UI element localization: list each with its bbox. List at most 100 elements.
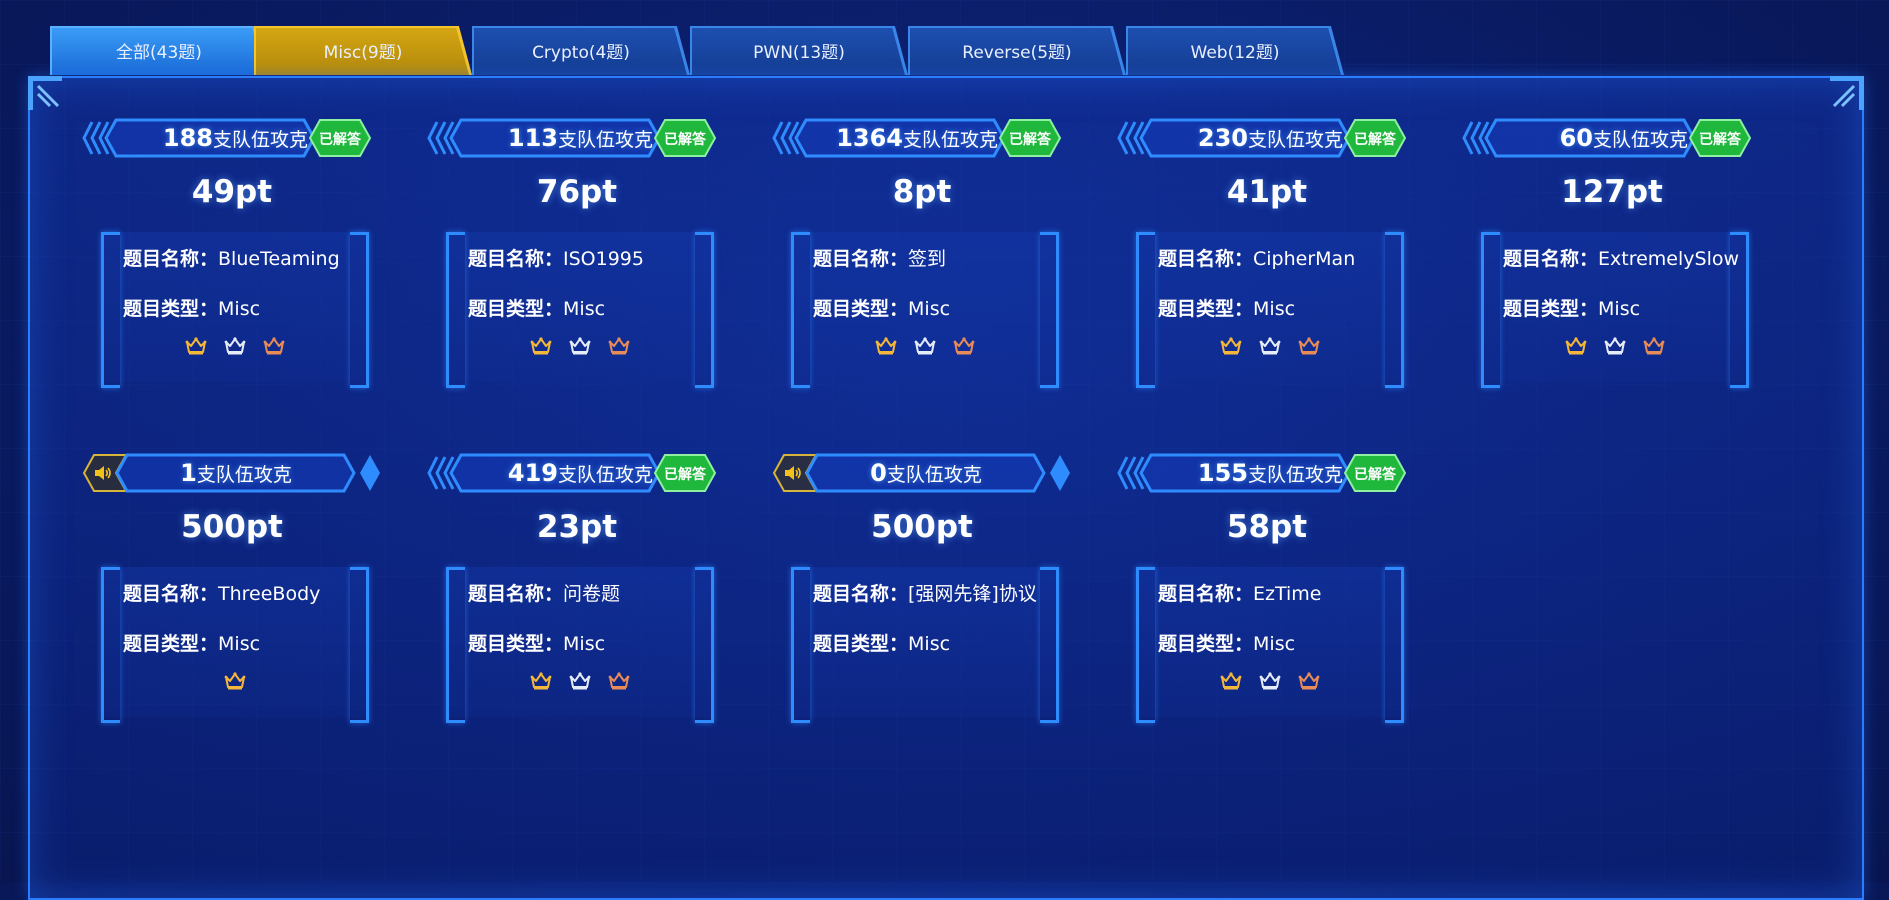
team-count: 1 支队伍攻克	[124, 457, 348, 489]
challenge-name-row: 题目名称：ThreeBody	[123, 579, 320, 606]
crown-bronze-icon	[263, 336, 285, 356]
challenge-name-row: 题目名称：ISO1995	[468, 244, 644, 271]
challenge-info: 题目名称：EzTime 题目类型：Misc	[1136, 567, 1404, 723]
type-key: 题目类型：	[813, 298, 909, 320]
crown-silver-icon	[569, 336, 591, 356]
bracket-left	[791, 232, 810, 388]
tab-crypto[interactable]: Crypto(4题)	[472, 26, 690, 75]
team-count-suffix: 支队伍攻克	[212, 128, 308, 151]
team-count-suffix: 支队伍攻克	[557, 463, 653, 486]
crown-bronze-icon	[1298, 671, 1320, 691]
crown-bronze-icon	[608, 671, 630, 691]
crown-gold-icon	[224, 671, 246, 691]
solved-label: 已解答	[1699, 132, 1741, 148]
challenge-type: Misc	[563, 633, 606, 655]
challenge-points: 76pt	[536, 174, 618, 210]
challenge-type-row: 题目类型：Misc	[1158, 629, 1295, 656]
challenge-info: 题目名称：BlueTeaming 题目类型：Misc	[101, 232, 369, 388]
team-count-badge: 1364 支队伍攻克 已解答	[772, 116, 1072, 160]
speaker-icon[interactable]	[783, 464, 803, 482]
team-count: 155 支队伍攻克	[1147, 457, 1343, 489]
challenge-card[interactable]: 1364 支队伍攻克 已解答 8pt 题目名称：签到 题目类型：Misc	[772, 116, 1072, 426]
challenge-type-row: 题目类型：Misc	[468, 629, 605, 656]
tab-misc[interactable]: Misc(9题)	[254, 26, 472, 75]
bracket-left	[1481, 232, 1500, 388]
challenge-points: 58pt	[1226, 509, 1308, 545]
team-count-number: 155	[1197, 459, 1248, 487]
challenge-type-row: 题目类型：Misc	[1503, 294, 1640, 321]
team-count-number: 60	[1559, 124, 1593, 152]
team-count-suffix: 支队伍攻克	[1247, 128, 1343, 151]
type-key: 题目类型：	[1158, 633, 1254, 655]
team-count-badge: 60 支队伍攻克 已解答	[1462, 116, 1762, 160]
challenge-card[interactable]: 60 支队伍攻克 已解答 127pt 题目名称：ExtremelySlow 题目类型：Mi…	[1462, 116, 1762, 426]
challenge-card[interactable]: 155 支队伍攻克 已解答 58pt 题目名称：EzTime 题目类型：Misc	[1117, 451, 1417, 761]
challenge-name: ISO1995	[563, 248, 644, 270]
challenge-card[interactable]: 188 支队伍攻克 已解答 49pt 题目名称：BlueTeaming 题目类型：Misc	[82, 116, 382, 426]
team-count-badge: 155 支队伍攻克 已解答	[1117, 451, 1417, 495]
challenge-type: Misc	[218, 298, 261, 320]
solved-badge: 已解答	[998, 118, 1062, 158]
crown-bronze-icon	[1643, 336, 1665, 356]
type-key: 题目类型：	[1158, 298, 1254, 320]
tab-reverse[interactable]: Reverse(5题)	[908, 26, 1126, 75]
name-key: 题目名称：	[123, 248, 219, 270]
bracket-left	[101, 232, 120, 388]
team-count-badge: 0 支队伍攻克	[772, 451, 1072, 495]
bracket-left	[1136, 567, 1155, 723]
blood-crowns	[1481, 336, 1749, 356]
solved-badge: 已解答	[1343, 118, 1407, 158]
name-key: 题目名称：	[1158, 583, 1254, 605]
crown-gold-icon	[1220, 336, 1242, 356]
challenge-name: ExtremelySlow	[1598, 248, 1740, 270]
crown-bronze-icon	[608, 336, 630, 356]
challenge-type: Misc	[1598, 298, 1641, 320]
tab-label: Reverse(5题)	[962, 43, 1072, 63]
team-count: 60 支队伍攻克	[1492, 122, 1688, 154]
team-count-badge: 230 支队伍攻克 已解答	[1117, 116, 1417, 160]
challenge-info: 题目名称：ISO1995 题目类型：Misc	[446, 232, 714, 388]
challenge-name: 签到	[908, 248, 947, 270]
type-key: 题目类型：	[468, 633, 564, 655]
name-key: 题目名称：	[1503, 248, 1599, 270]
challenge-card[interactable]: 0 支队伍攻克 500pt 题目名称：[强网先锋]协议 题目类型：Misc	[772, 451, 1072, 761]
challenge-type-row: 题目类型：Misc	[468, 294, 605, 321]
speaker-icon[interactable]	[93, 464, 113, 482]
crown-gold-icon	[1565, 336, 1587, 356]
tab-all[interactable]: 全部(43题)	[50, 26, 268, 75]
team-count-suffix: 支队伍攻克	[1592, 128, 1688, 151]
blood-crowns	[1136, 671, 1404, 691]
type-key: 题目类型：	[123, 633, 219, 655]
challenge-type: Misc	[908, 298, 951, 320]
tab-label: Crypto(4题)	[532, 43, 630, 63]
tab-pwn[interactable]: PWN(13题)	[690, 26, 908, 75]
challenge-name: 问卷题	[563, 583, 621, 605]
crown-bronze-icon	[953, 336, 975, 356]
team-count: 113 支队伍攻克	[457, 122, 653, 154]
blood-crowns	[791, 336, 1059, 356]
team-count-number: 0	[870, 459, 887, 487]
bracket-right	[1040, 232, 1059, 388]
tab-label: Web(12题)	[1190, 43, 1280, 63]
challenge-type: Misc	[563, 298, 606, 320]
team-count-suffix: 支队伍攻克	[557, 128, 653, 151]
challenge-card[interactable]: 113 支队伍攻克 已解答 76pt 题目名称：ISO1995 题目类型：Misc	[427, 116, 727, 426]
name-key: 题目名称：	[813, 248, 909, 270]
challenge-card[interactable]: 419 支队伍攻克 已解答 23pt 题目名称：问卷题 题目类型：Misc	[427, 451, 727, 761]
challenge-card[interactable]: 1 支队伍攻克 500pt 题目名称：ThreeBody 题目类型：Misc	[82, 451, 382, 761]
type-key: 题目类型：	[1503, 298, 1599, 320]
challenge-type-row: 题目类型：Misc	[813, 629, 950, 656]
solved-label: 已解答	[319, 132, 361, 148]
bracket-left	[101, 567, 120, 723]
bracket-left	[446, 567, 465, 723]
crown-gold-icon	[875, 336, 897, 356]
team-count-suffix: 支队伍攻克	[196, 463, 292, 486]
type-key: 题目类型：	[468, 298, 564, 320]
tab-web[interactable]: Web(12题)	[1126, 26, 1344, 75]
team-count: 188 支队伍攻克	[112, 122, 308, 154]
challenge-type: Misc	[218, 633, 261, 655]
challenge-name: CipherMan	[1253, 248, 1356, 270]
team-count-number: 113	[507, 124, 558, 152]
bracket-right	[695, 232, 714, 388]
challenge-card[interactable]: 230 支队伍攻克 已解答 41pt 题目名称：CipherMan 题目类型：Misc	[1117, 116, 1417, 426]
